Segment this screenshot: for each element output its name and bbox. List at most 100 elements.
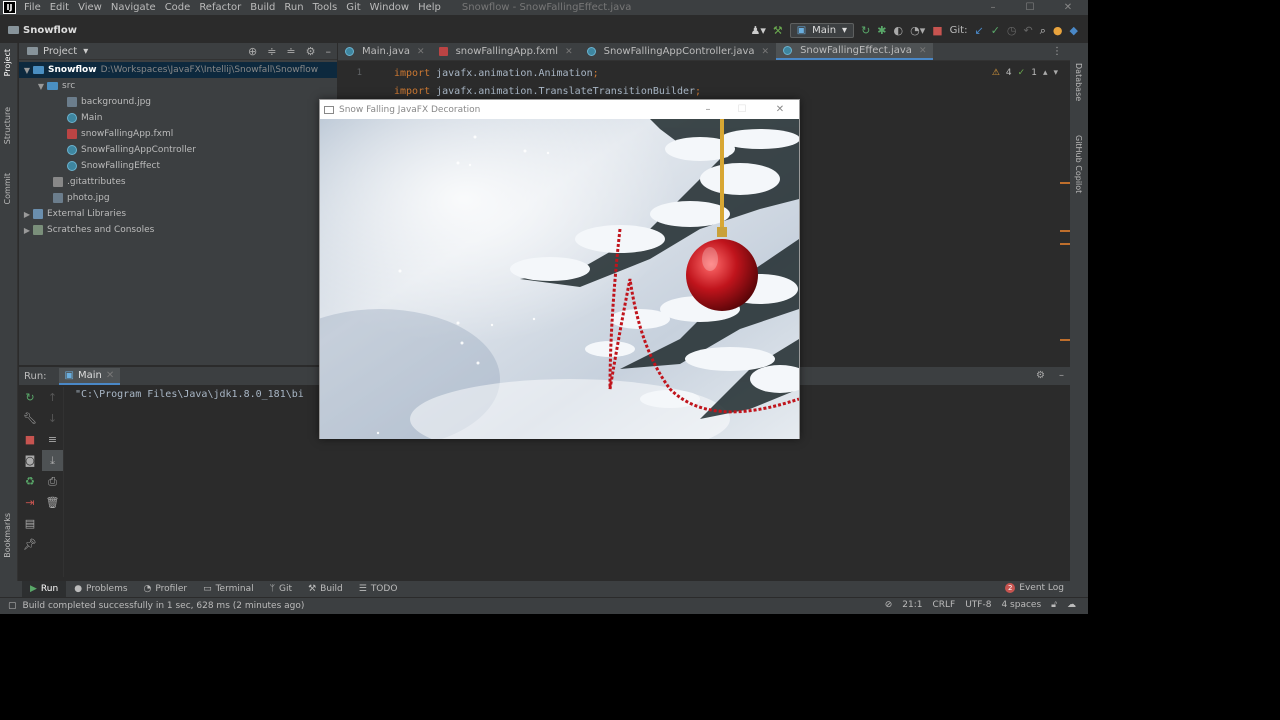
menu-edit[interactable]: Edit xyxy=(50,2,69,13)
gear-icon[interactable]: ⚙ xyxy=(1036,370,1045,381)
stop-icon[interactable]: ■ xyxy=(932,25,942,36)
no-inspection-icon[interactable]: ⊘ xyxy=(885,600,893,610)
rerun-icon[interactable]: ↻ xyxy=(19,387,41,408)
chevron-down-icon[interactable]: ▾ xyxy=(1053,68,1058,78)
bottom-tab-profiler[interactable]: ◔ Profiler xyxy=(136,581,196,597)
ide-update-icon[interactable]: ● xyxy=(1053,25,1063,36)
menu-code[interactable]: Code xyxy=(165,2,191,13)
hammer-build-icon[interactable]: ⚒ xyxy=(773,25,783,36)
menu-help[interactable]: Help xyxy=(418,2,441,13)
file-encoding[interactable]: UTF-8 xyxy=(965,600,991,610)
tree-item-background[interactable]: background.jpg xyxy=(19,94,337,110)
menu-refactor[interactable]: Refactor xyxy=(199,2,241,13)
minimize-button[interactable]: – xyxy=(974,0,1012,15)
tab-project[interactable]: Project xyxy=(3,49,12,76)
bottom-tab-build[interactable]: ⚒ Build xyxy=(300,581,351,597)
run-tab-main[interactable]: ▣ Main ✕ xyxy=(58,367,121,385)
git-history-icon[interactable]: ◷ xyxy=(1007,25,1017,36)
close-window-button[interactable]: ✕ xyxy=(1049,0,1087,15)
print-icon[interactable]: ⎙ xyxy=(42,471,63,492)
inspection-widget[interactable]: ⚠ 4 ✓ 1 ▴ ▾ xyxy=(992,68,1058,78)
bottom-tab-run[interactable]: ▶ Run xyxy=(22,581,67,597)
stop-icon[interactable]: ■ xyxy=(19,429,41,450)
locate-icon[interactable]: ⊕ xyxy=(248,45,257,58)
fx-minimize-button[interactable]: – xyxy=(691,100,725,119)
hide-icon[interactable]: – xyxy=(326,45,332,58)
menu-git[interactable]: Git xyxy=(346,2,360,13)
close-icon[interactable]: ✕ xyxy=(919,46,927,56)
menu-tools[interactable]: Tools xyxy=(313,2,338,13)
error-stripe-marker[interactable] xyxy=(1060,243,1070,245)
console-output[interactable]: "C:\Program Files\Java\jdk1.8.0_181\bi xyxy=(75,389,304,400)
bottom-tab-git[interactable]: ᛘ Git xyxy=(262,581,300,597)
rollback-icon[interactable]: ↶ xyxy=(1024,25,1033,36)
exit-icon[interactable]: ⇥ xyxy=(19,492,41,513)
fx-maximize-button[interactable]: ☐ xyxy=(725,100,759,119)
search-icon[interactable]: ⌕ xyxy=(1040,25,1046,36)
coverage-icon[interactable]: ◐ xyxy=(894,25,904,36)
tree-item-controller[interactable]: SnowFallingAppController xyxy=(19,142,337,158)
rerun-icon[interactable]: ↻ xyxy=(861,25,870,36)
tab-copilot[interactable]: GitHub Copilot xyxy=(1074,135,1083,193)
bottom-tab-todo[interactable]: ☰ TODO xyxy=(351,581,406,597)
debug-bug-icon[interactable]: ✱ xyxy=(877,25,886,36)
project-breadcrumb[interactable]: Snowflow xyxy=(8,25,77,36)
tree-item-main[interactable]: Main xyxy=(19,110,337,126)
scroll-to-end-icon[interactable]: ⤓ xyxy=(42,450,63,471)
user-icon[interactable]: ♟▾ xyxy=(750,25,765,36)
bottom-tab-terminal[interactable]: ▭ Terminal xyxy=(195,581,262,597)
wrench-icon[interactable]: 🔧︎ xyxy=(19,408,41,429)
menu-file[interactable]: File xyxy=(24,2,41,13)
layout-icon[interactable]: ▤ xyxy=(19,513,41,534)
trash-icon[interactable]: 🗑︎ xyxy=(42,492,63,513)
expand-all-icon[interactable]: ≑ xyxy=(267,45,276,58)
chevron-down-icon[interactable]: ▼ xyxy=(35,82,47,91)
maximize-button[interactable]: ☐ xyxy=(1011,0,1049,15)
tab-database[interactable]: Database xyxy=(1074,63,1083,101)
tab-bookmarks[interactable]: Bookmarks xyxy=(3,513,12,558)
fx-close-button[interactable]: ✕ xyxy=(763,100,797,119)
more-tabs-icon[interactable]: ⋮ xyxy=(1052,46,1062,57)
indent-setting[interactable]: 4 spaces xyxy=(1001,600,1041,610)
caret-position[interactable]: 21:1 xyxy=(902,600,922,610)
profiler-icon[interactable]: ◔▾ xyxy=(910,25,925,36)
tree-item-src[interactable]: ▼ src xyxy=(19,78,337,94)
pin-icon[interactable]: 📌︎ xyxy=(19,534,41,555)
menu-build[interactable]: Build xyxy=(250,2,275,13)
lock-icon[interactable]: 🔓︎ xyxy=(1051,600,1057,610)
project-panel-title[interactable]: Project xyxy=(43,46,77,57)
arrow-up-icon[interactable]: ↑ xyxy=(42,387,63,408)
tab-main-java[interactable]: Main.java ✕ xyxy=(338,43,432,60)
menu-view[interactable]: View xyxy=(78,2,102,13)
menu-window[interactable]: Window xyxy=(370,2,409,13)
line-separator[interactable]: CRLF xyxy=(932,600,955,610)
tab-commit[interactable]: Commit xyxy=(3,173,12,204)
tree-item-scratches[interactable]: ▶ Scratches and Consoles xyxy=(19,222,337,238)
menu-navigate[interactable]: Navigate xyxy=(111,2,156,13)
hide-icon[interactable]: – xyxy=(1059,370,1064,381)
run-config-select[interactable]: ▣ Main ▾ xyxy=(789,22,855,38)
menu-run[interactable]: Run xyxy=(284,2,303,13)
tab-effect[interactable]: SnowFallingEffect.java ✕ xyxy=(776,43,934,60)
tab-controller[interactable]: SnowFallingAppController.java ✕ xyxy=(580,43,776,60)
memory-indicator-icon[interactable]: ☁ xyxy=(1067,600,1076,610)
close-icon[interactable]: ✕ xyxy=(106,370,114,381)
tree-item-photo[interactable]: photo.jpg xyxy=(19,190,337,206)
collapse-all-icon[interactable]: ≐ xyxy=(286,45,295,58)
tree-item-gitattributes[interactable]: .gitattributes xyxy=(19,174,337,190)
error-stripe-marker[interactable] xyxy=(1060,339,1070,341)
gear-icon[interactable]: ⚙ xyxy=(306,45,316,58)
toggle-tool-windows-icon[interactable]: ▢ xyxy=(8,601,17,611)
tree-item-effect[interactable]: SnowFallingEffect xyxy=(19,158,337,174)
tab-structure[interactable]: Structure xyxy=(3,107,12,144)
tree-item-fxml[interactable]: snowFallingApp.fxml xyxy=(19,126,337,142)
tab-fxml[interactable]: snowFallingApp.fxml ✕ xyxy=(432,43,580,60)
tree-item-external-libraries[interactable]: ▶ External Libraries xyxy=(19,206,337,222)
close-icon[interactable]: ✕ xyxy=(762,47,770,57)
chevron-right-icon[interactable]: ▶ xyxy=(21,210,33,219)
error-stripe-marker[interactable] xyxy=(1060,230,1070,232)
bottom-tab-problems[interactable]: ● Problems xyxy=(66,581,135,597)
tree-item-root[interactable]: ▼ Snowflow D:\Workspaces\JavaFX\Intellij… xyxy=(19,62,337,78)
git-commit-icon[interactable]: ✓ xyxy=(991,25,1000,36)
jetbrains-logo-icon[interactable]: ◆ xyxy=(1070,25,1078,36)
